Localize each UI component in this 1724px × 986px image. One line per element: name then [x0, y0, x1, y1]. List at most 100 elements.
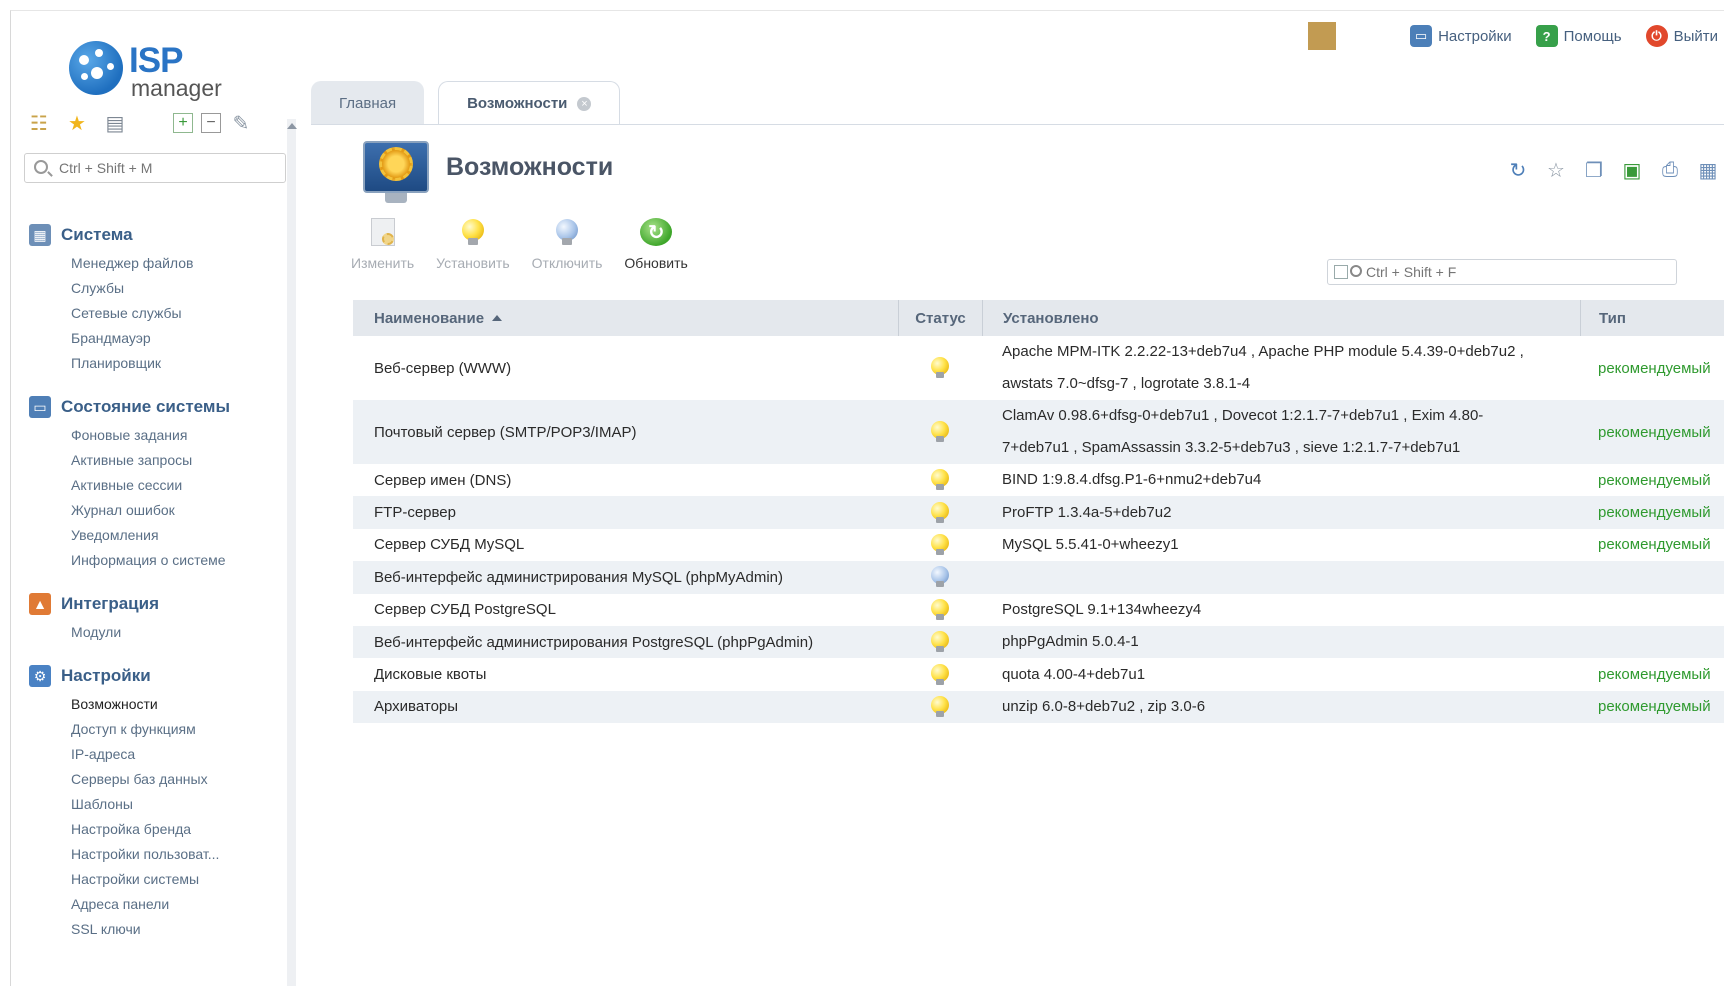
sidebar-item-scheduler[interactable]: Планировщик: [71, 351, 284, 376]
row-type: рекомендуемый: [1598, 471, 1711, 489]
sidebar-item-function-access[interactable]: Доступ к функциям: [71, 717, 284, 742]
bookmark-star-icon[interactable]: ☆: [1543, 157, 1569, 183]
row-installed: BIND 1:9.8.4.dfsg.P1-6+nmu2+deb7u4: [1002, 471, 1262, 489]
row-installed: PostgreSQL 9.1+134wheezy4: [1002, 600, 1202, 618]
install-button[interactable]: Установить: [436, 215, 510, 271]
row-name: Веб-интерфейс администрирования PostgreS…: [374, 633, 814, 651]
table-row[interactable]: Сервер СУБД PostgreSQL PostgreSQL 9.1+13…: [353, 594, 1724, 626]
main-content: Возможности ↻ ☆ ❐ ▣ ⎙ ▦ Изменить Установ…: [311, 125, 1724, 986]
table-row[interactable]: Веб-интерфейс администрирования PostgreS…: [353, 625, 1724, 659]
sidebar-item-firewall[interactable]: Брандмауэр: [71, 326, 284, 351]
collapse-all-icon[interactable]: −: [201, 113, 221, 133]
column-header-name[interactable]: Наименование: [353, 300, 898, 336]
settings-icon: ⚙: [29, 665, 51, 687]
status-cell: [898, 357, 982, 379]
status-on-bulb-icon: [931, 357, 949, 379]
expand-all-icon[interactable]: +: [173, 113, 193, 133]
column-header-installed[interactable]: Установлено: [982, 300, 1580, 336]
copy-icon[interactable]: ❐: [1581, 157, 1607, 183]
edit-label: Изменить: [351, 255, 415, 271]
table-row[interactable]: Сервер имен (DNS) BIND 1:9.8.4.dfsg.P1-6…: [353, 464, 1724, 496]
sidebar-item-db-servers[interactable]: Серверы баз данных: [71, 767, 284, 792]
column-header-name-label: Наименование: [374, 309, 485, 327]
sidebar-search[interactable]: [24, 153, 286, 183]
print-icon[interactable]: ⎙: [1657, 157, 1683, 183]
tab-features[interactable]: Возможности ×: [438, 81, 621, 125]
grid-icon: [1334, 265, 1348, 279]
menu-group-head[interactable]: ▲ Интеграция: [29, 592, 284, 616]
sidebar-item-ip-addresses[interactable]: IP-адреса: [71, 742, 284, 767]
sidebar-item-system-info[interactable]: Информация о системе: [71, 548, 284, 573]
table-row[interactable]: Архиваторы unzip 6.0-8+deb7u2 , zip 3.0-…: [353, 690, 1724, 724]
sidebar-item-panel-addresses[interactable]: Адреса панели: [71, 892, 284, 917]
sidebar-item-modules[interactable]: Модули: [71, 620, 284, 645]
scroll-up-icon[interactable]: [287, 123, 297, 129]
settings-link-label: Настройки: [1438, 27, 1512, 45]
export-excel-icon[interactable]: ▣: [1619, 157, 1645, 183]
sidebar-item-background-tasks[interactable]: Фоновые задания: [71, 423, 284, 448]
user-color-swatch[interactable]: [1308, 22, 1337, 50]
row-type: рекомендуемый: [1598, 666, 1711, 684]
menu-group-title: Состояние системы: [61, 397, 230, 416]
search-icon: [34, 160, 48, 174]
disable-button[interactable]: Отключить: [532, 215, 602, 271]
features-page-icon: [363, 141, 429, 203]
sidebar-item-services[interactable]: Службы: [71, 276, 284, 301]
column-header-status[interactable]: Статус: [898, 300, 982, 336]
status-cell: [898, 501, 982, 524]
sidebar-item-notifications[interactable]: Уведомления: [71, 523, 284, 548]
sidebar-item-templates[interactable]: Шаблоны: [71, 792, 284, 817]
tab-features-label: Возможности: [467, 95, 568, 112]
sidebar-item-network-services[interactable]: Сетевые службы: [71, 301, 284, 326]
table-settings-icon[interactable]: ▦: [1695, 157, 1721, 183]
settings-link[interactable]: ▭ Настройки: [1410, 25, 1512, 47]
sidebar-menu: ▦ Система Менеджер файлов Службы Сетевые…: [29, 223, 284, 961]
sidebar-item-brand-settings[interactable]: Настройка бренда: [71, 817, 284, 842]
sidebar-item-features[interactable]: Возможности: [71, 692, 284, 717]
tree-view-icon[interactable]: ☷: [27, 111, 51, 135]
install-bulb-icon: [457, 215, 489, 249]
sidebar-scrollbar[interactable]: [287, 119, 297, 986]
logout-link[interactable]: ⏻ Выйти: [1645, 25, 1718, 47]
sidebar-item-error-log[interactable]: Журнал ошибок: [71, 498, 284, 523]
table-row[interactable]: Веб-интерфейс администрирования MySQL (p…: [353, 561, 1724, 594]
menu-group-head[interactable]: ⚙ Настройки: [29, 664, 284, 688]
sidebar-search-input[interactable]: [59, 158, 279, 178]
tab-home[interactable]: Главная: [311, 81, 425, 125]
status-on-bulb-icon: [931, 501, 949, 524]
menu-group-title: Интеграция: [61, 594, 160, 613]
pin-icon[interactable]: ✎: [229, 111, 253, 135]
table-row[interactable]: Почтовый сервер (SMTP/POP3/IMAP) ClamAv …: [353, 400, 1724, 464]
sidebar-item-active-sessions[interactable]: Активные сессии: [71, 473, 284, 498]
table-filter[interactable]: [1327, 259, 1677, 285]
refresh-button[interactable]: ↻ Обновить: [624, 215, 688, 271]
close-tab-icon[interactable]: ×: [577, 96, 592, 111]
table-row[interactable]: Веб-сервер (WWW) Apache MPM-ITK 2.2.22-1…: [353, 336, 1724, 400]
favorites-star-icon[interactable]: ★: [65, 111, 89, 135]
column-header-type[interactable]: Тип: [1580, 300, 1724, 336]
help-link[interactable]: ? Помощь: [1535, 25, 1622, 47]
row-installed: phpPgAdmin 5.0.4-1: [1002, 633, 1139, 651]
table-search-input[interactable]: [1366, 263, 1666, 281]
sidebar-item-ssl-keys[interactable]: SSL ключи: [71, 917, 284, 942]
page-toolbar: ↻ ☆ ❐ ▣ ⎙ ▦: [1493, 157, 1721, 183]
clipboard-icon[interactable]: ▤: [103, 111, 127, 135]
row-name: FTP-сервер: [374, 504, 456, 522]
sidebar-item-user-settings[interactable]: Настройки пользоват...: [71, 842, 284, 867]
row-installed: Apache MPM-ITK 2.2.22-13+deb7u4 , Apache…: [982, 336, 1580, 400]
reload-icon[interactable]: ↻: [1505, 157, 1531, 183]
menu-group-head[interactable]: ▭ Состояние системы: [29, 395, 284, 419]
features-table: Наименование Статус Установлено Тип Веб-…: [353, 300, 1724, 724]
table-row[interactable]: FTP-сервер ProFTP 1.3.4a-5+deb7u2 рекоме…: [353, 496, 1724, 529]
ispmanager-logo[interactable]: ISP manager: [69, 31, 239, 101]
menu-group-head[interactable]: ▦ Система: [29, 223, 284, 247]
table-row[interactable]: Дисковые квоты quota 4.00-4+deb7u1 реком…: [353, 658, 1724, 690]
sidebar-item-file-manager[interactable]: Менеджер файлов: [71, 251, 284, 276]
installed-line: ClamAv 0.98.6+dfsg-0+deb7u1 , Dovecot 1:…: [1002, 407, 1484, 424]
status-on-bulb-icon: [931, 598, 949, 621]
edit-button[interactable]: Изменить: [351, 215, 414, 271]
table-row[interactable]: Сервер СУБД MySQL MySQL 5.5.41-0+wheezy1…: [353, 529, 1724, 561]
sidebar-item-active-requests[interactable]: Активные запросы: [71, 448, 284, 473]
sidebar-item-system-settings[interactable]: Настройки системы: [71, 867, 284, 892]
tab-bar: Главная Возможности ×: [311, 81, 634, 125]
